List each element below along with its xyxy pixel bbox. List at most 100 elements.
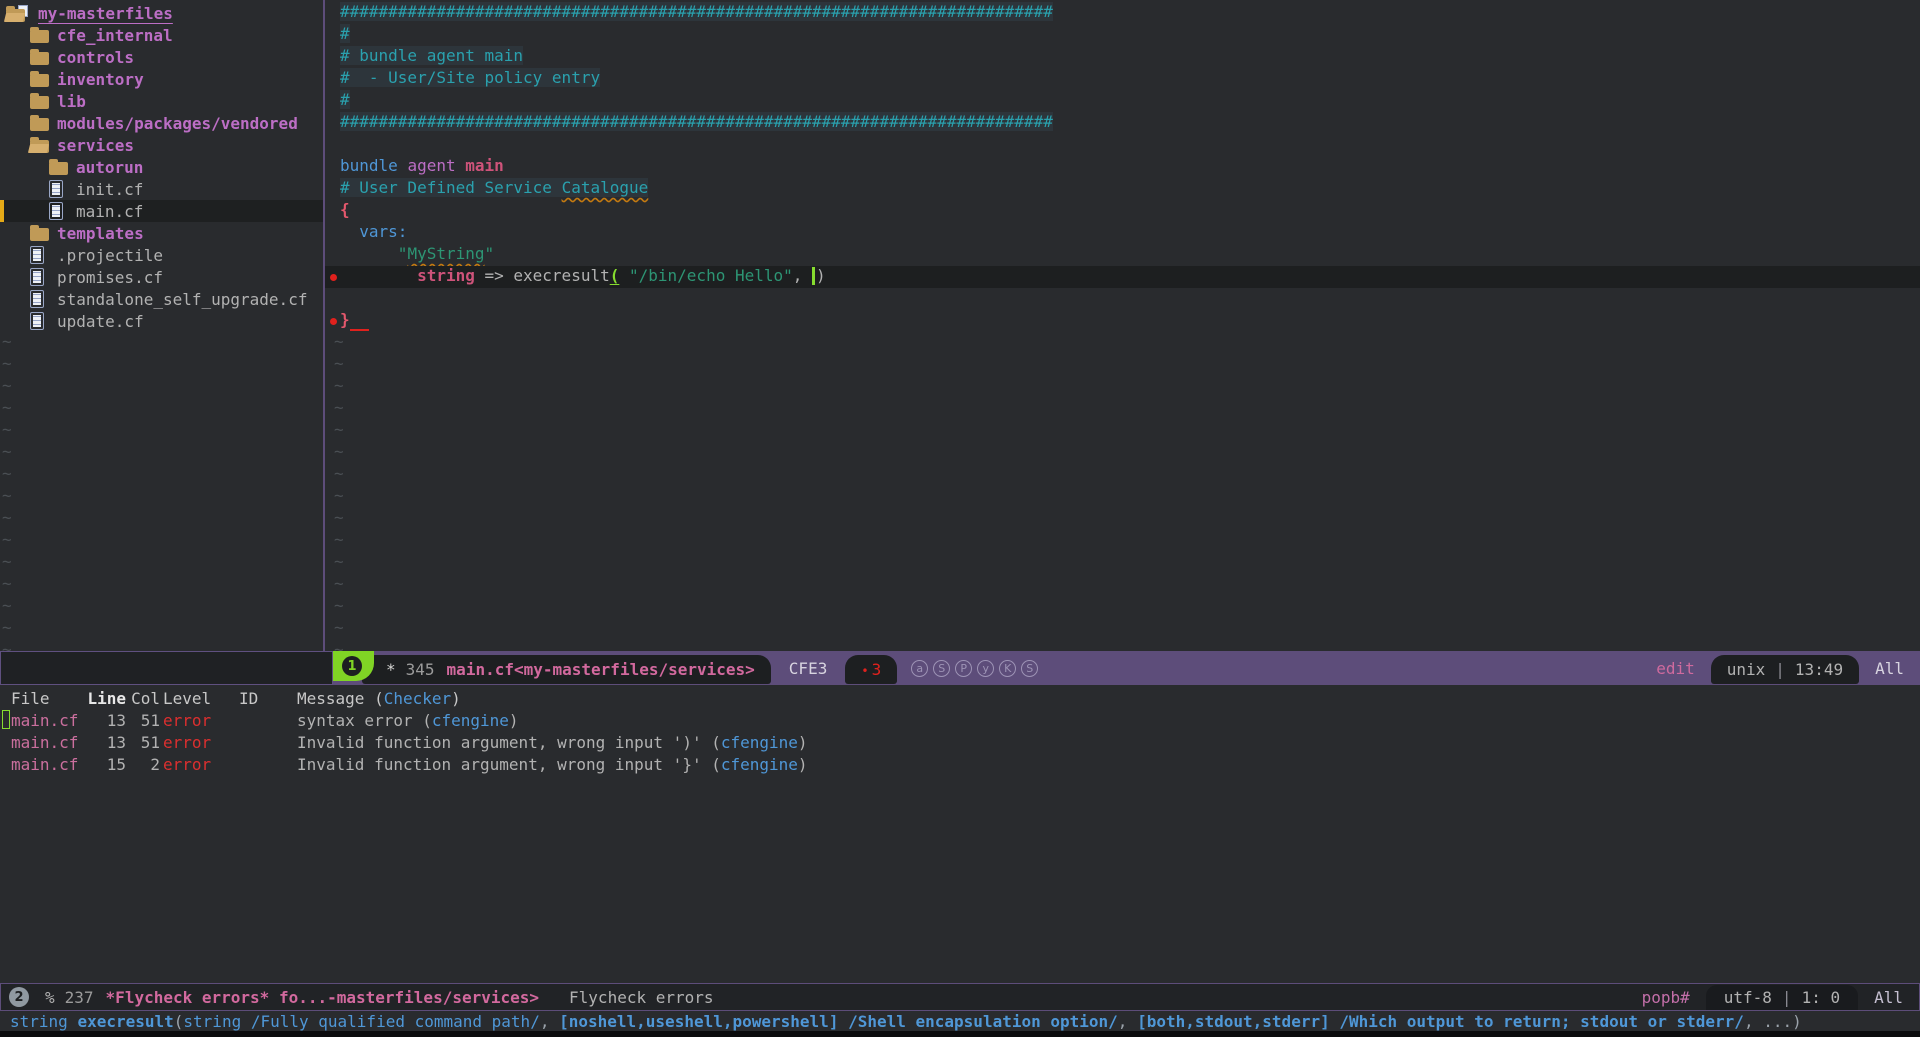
empty-line-tilde: ~ [325,640,1920,651]
modified-indicator: * [386,660,396,679]
empty-line-tilde: ~ [0,530,323,552]
code-line-10[interactable]: { [325,200,1920,222]
major-mode[interactable]: Flycheck errors [569,988,714,1007]
empty-line-tilde: ~ [325,420,1920,442]
major-mode[interactable]: CFE3 [771,659,846,678]
tree-item-main.cf[interactable]: main.cf [0,200,323,222]
folder-icon [30,118,49,131]
echo-area-eldoc: string execresult(string /Fully qualifie… [0,1011,1920,1031]
tree-item-label: cfe_internal [57,26,173,45]
minor-mode-k-icon: K [999,660,1016,677]
tree-item-.projectile[interactable]: .projectile [0,244,323,266]
code-line-8[interactable]: bundle agent main [325,156,1920,178]
code-line-2[interactable]: # [325,24,1920,46]
tree-item-services[interactable]: services [0,134,323,156]
flycheck-header-checker: Checker [384,689,451,708]
flycheck-error-row[interactable]: main.cf1351errorsyntax error (cfengine) [0,709,1920,731]
tree-icon-box [30,312,57,330]
tree-item-controls[interactable]: controls [0,46,323,68]
buffer-name[interactable]: main.cf<my-masterfiles/services> [447,660,755,679]
code-line-6[interactable]: ########################################… [325,112,1920,134]
tree-item-update.cf[interactable]: update.cf [0,310,323,332]
tree-item-cfe_internal[interactable]: cfe_internal [0,24,323,46]
empty-line-tilde: ~ [325,486,1920,508]
empty-line-tilde: ~ [0,398,323,420]
flycheck-cell: 51 [126,711,160,730]
tree-item-label: .projectile [57,246,163,265]
flycheck-header-cell: Message (Checker) [297,689,1920,708]
tree-item-label: services [57,136,134,155]
flycheck-error-row[interactable]: main.cf1351errorInvalid function argumen… [0,731,1920,753]
tree-icon-box [30,290,57,308]
tree-item-lib[interactable]: lib [0,90,323,112]
flycheck-checker-name: cfengine [721,733,798,752]
code-line-7[interactable] [325,134,1920,156]
code-line-11[interactable]: vars: [325,222,1920,244]
flycheck-cell: 51 [126,733,160,752]
flycheck-cell: 15 [86,755,126,774]
cursor-position: 13:49 [1795,660,1843,679]
tree-item-init.cf[interactable]: init.cf [0,178,323,200]
empty-line-tilde: ~ [0,596,323,618]
code-token: ########################################… [340,112,1053,131]
code-line-1[interactable]: ########################################… [325,2,1920,24]
code-line-5[interactable]: # [325,90,1920,112]
text-cursor [812,267,815,285]
file-icon [49,180,63,198]
eldoc-segment: , [540,1012,559,1031]
folder-icon [49,162,68,175]
file-icon [30,312,44,330]
buffer-name[interactable]: *Flycheck errors* fo...-masterfiles/serv… [106,988,539,1007]
code-line-13[interactable]: string => execresult( "/bin/echo Hello",… [325,266,1920,288]
scroll-indicator: All [1859,659,1920,678]
tree-item-standalone_self_upgrade.cf[interactable]: standalone_self_upgrade.cf [0,288,323,310]
position-segment: unix | 13:49 [1711,655,1859,684]
code-line-3[interactable]: # bundle agent main [325,46,1920,68]
flycheck-error-row[interactable]: main.cf152errorInvalid function argument… [0,753,1920,775]
tree-item-promises.cf[interactable]: promises.cf [0,266,323,288]
tree-item-label: inventory [57,70,144,89]
empty-line-tilde: ~ [0,618,323,640]
code-line-14[interactable] [325,288,1920,310]
code-line-15[interactable]: } [325,310,1920,332]
flycheck-header-cell: Level [160,689,239,708]
tree-icon-box [30,115,57,131]
code-line-9[interactable]: # User Defined Service Catalogue [325,178,1920,200]
treemacs-sidebar[interactable]: my-masterfiles cfe_internal controls invent… [0,0,323,651]
flycheck-message: syntax error (cfengine) [297,711,1920,730]
tree-item-my-masterfiles[interactable]: my-masterfiles [0,2,323,24]
flycheck-cell: error [160,711,239,730]
emacs-frame: my-masterfiles cfe_internal controls invent… [0,0,1920,1037]
code-line-12[interactable]: "MyString" [325,244,1920,266]
code-token: MyString [407,244,484,263]
flycheck-checker-name: cfengine [432,711,509,730]
folder-icon [30,228,49,241]
tree-item-inventory[interactable]: inventory [0,68,323,90]
flycheck-counter-segment[interactable]: •3 [845,655,897,684]
code-token: # [340,90,350,109]
frame-bottom-edge [0,1031,1920,1037]
code-line-4[interactable]: # - User/Site policy entry [325,68,1920,90]
minor-mode-a-icon: a [911,660,928,677]
flycheck-header-row: FileLineColLevelIDMessage (Checker) [0,687,1920,709]
buffer-size: 237 [65,988,94,1007]
minor-mode-s-icon: S [1021,660,1038,677]
code-token: main [465,156,504,175]
tree-item-modules/packages/vendored[interactable]: modules/packages/vendored [0,112,323,134]
tree-item-label: main.cf [76,202,143,221]
flycheck-cell: error [160,755,239,774]
tree-icon-box [30,49,57,65]
folder-icon [30,30,49,43]
code-token: # bundle agent main [340,46,523,65]
flycheck-header-cell: ID [239,689,297,708]
treemacs-modeline [0,651,333,685]
tree-item-autorun[interactable]: autorun [0,156,323,178]
encoding-position-segment: utf-8 | 1: 0 [1706,985,1858,1010]
tree-item-label: controls [57,48,134,67]
flycheck-errors-window[interactable]: FileLineColLevelIDMessage (Checker) main.… [0,685,1920,983]
code-editor-window[interactable]: ########################################… [325,0,1920,651]
empty-line-tilde: ~ [325,398,1920,420]
tree-item-templates[interactable]: templates [0,222,323,244]
code-token: execresult [513,266,609,285]
tree-item-label: autorun [76,158,143,177]
